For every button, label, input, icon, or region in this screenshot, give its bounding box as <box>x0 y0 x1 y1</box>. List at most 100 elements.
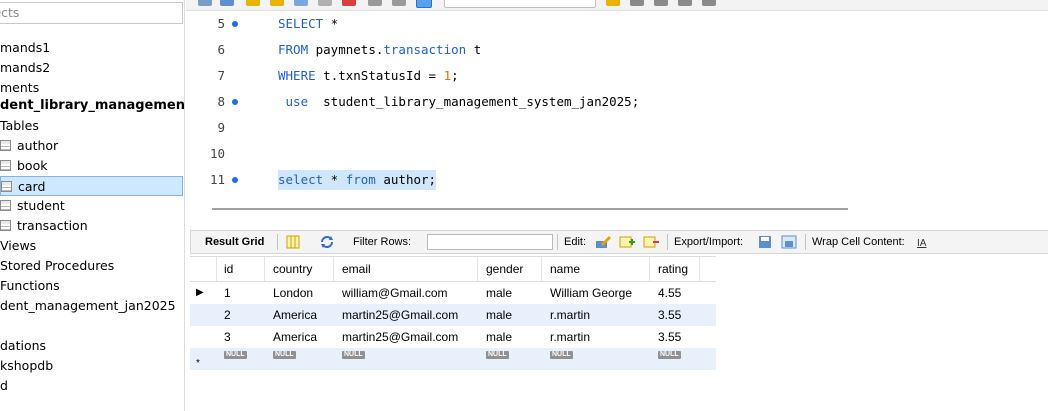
cell-country[interactable]: NULL <box>273 348 296 370</box>
cell-country[interactable]: London <box>273 282 313 304</box>
sidebar-item[interactable]: mands2 <box>0 58 50 78</box>
cell-gender[interactable]: NULL <box>486 348 509 370</box>
sidebar-item[interactable]: dent_management_jan2025 <box>0 296 176 316</box>
limit-rows-select[interactable] <box>444 0 596 8</box>
open-file-icon[interactable] <box>198 0 212 6</box>
find-icon[interactable] <box>630 0 644 6</box>
result-grid-tab[interactable]: Result Grid <box>205 231 264 253</box>
refresh-icon[interactable] <box>319 235 335 249</box>
cell-email[interactable]: martin25@Gmail.com <box>342 326 458 348</box>
cell-name[interactable]: William George <box>550 282 632 304</box>
cell-id[interactable]: 1 <box>224 282 231 304</box>
cell-rating[interactable]: NULL <box>658 348 681 370</box>
toolbar-separator <box>805 234 806 250</box>
sidebar-item[interactable]: dent_library_management <box>0 96 184 116</box>
sql-editor[interactable]: 5 SELECT * 6 FROM paymnets.transaction t 7 WH… <box>186 11 1048 196</box>
sidebar-item[interactable]: student <box>0 196 65 216</box>
toggle-error-icon[interactable] <box>342 0 356 6</box>
table-row[interactable]: 3 America martin25@Gmail.com male r.martin 3.… <box>190 326 716 348</box>
sidebar-item-label: transaction <box>17 218 88 233</box>
sidebar-item[interactable]: kshopdb <box>0 356 53 376</box>
cell-id[interactable]: 3 <box>224 326 231 348</box>
invisible-chars-icon[interactable] <box>654 0 668 6</box>
sidebar-item[interactable]: Functions <box>0 276 60 296</box>
column-header-email[interactable]: email <box>334 257 478 281</box>
column-header-country[interactable]: country <box>265 257 334 281</box>
sidebar-item[interactable]: Views <box>0 236 36 256</box>
rollback-icon[interactable] <box>392 0 406 6</box>
cell-rating[interactable]: 4.55 <box>658 282 681 304</box>
cell-email[interactable]: NULL <box>342 348 365 370</box>
new-row-icon: * <box>196 358 200 369</box>
cell-rating[interactable]: 3.55 <box>658 304 681 326</box>
cell-id[interactable]: NULL <box>224 348 247 370</box>
code-line[interactable]: SELECT * <box>278 14 338 34</box>
sidebar-item-label: student <box>17 198 65 213</box>
stop-icon[interactable] <box>318 0 332 6</box>
sidebar-item[interactable]: transaction <box>0 216 88 236</box>
code-line[interactable]: WHERE t.txnStatusId = 1; <box>278 66 459 86</box>
column-header-id[interactable]: id <box>216 257 265 281</box>
sidebar-item[interactable]: d <box>0 376 8 396</box>
code-line[interactable]: FROM paymnets.transaction t <box>278 40 481 60</box>
statement-marker-icon <box>232 21 238 27</box>
edit-cell-icon[interactable] <box>595 235 611 249</box>
table-row[interactable]: 2 America martin25@Gmail.com male r.martin 3.… <box>190 304 716 326</box>
sidebar-item[interactable]: book <box>0 156 47 176</box>
cell-gender[interactable]: male <box>486 282 512 304</box>
cell-country[interactable]: America <box>273 326 317 348</box>
sidebar-item[interactable]: mands1 <box>0 38 50 58</box>
execute-icon[interactable] <box>246 0 260 6</box>
sidebar-item[interactable]: card <box>0 176 183 196</box>
splitter-bar[interactable] <box>212 208 848 210</box>
filter-rows-input[interactable] <box>427 234 553 250</box>
sql-keyword: transaction <box>383 42 467 57</box>
cell-id[interactable]: 2 <box>224 304 231 326</box>
cell-gender[interactable]: male <box>486 326 512 348</box>
panel-toggle-icon[interactable] <box>702 0 716 6</box>
cell-country[interactable]: America <box>273 304 317 326</box>
beautify-icon[interactable] <box>606 0 620 6</box>
code-line[interactable]: select * from author; <box>278 170 437 190</box>
execute-current-icon[interactable] <box>270 0 284 6</box>
null-badge: NULL <box>342 351 365 359</box>
sidebar-item[interactable]: Tables <box>0 116 39 136</box>
table-row[interactable]: ▶ 1 London william@Gmail.com male William Geo… <box>190 282 716 304</box>
export-icon[interactable] <box>757 235 773 249</box>
object-filter[interactable]: jects <box>0 2 183 24</box>
sql-token: student_library_management_system_jan202… <box>308 94 640 109</box>
new-row[interactable]: * NULL NULL NULL NULL NULL NULL <box>190 348 716 370</box>
grid-corner <box>190 257 217 281</box>
cell-name[interactable]: r.martin <box>550 326 590 348</box>
grid-view-icon[interactable] <box>285 235 301 249</box>
object-filter-text: jects <box>0 5 20 20</box>
column-header-name[interactable]: name <box>542 257 650 281</box>
cell-email[interactable]: william@Gmail.com <box>342 282 448 304</box>
line-number-text: 7 <box>217 68 225 83</box>
import-icon[interactable] <box>781 235 797 249</box>
sidebar-item[interactable]: ments <box>0 78 39 98</box>
column-header-rating[interactable]: rating <box>650 257 700 281</box>
sidebar-item-label: dent_management_jan2025 <box>0 298 176 313</box>
cell-email[interactable]: martin25@Gmail.com <box>342 304 458 326</box>
autocommit-icon[interactable] <box>416 0 432 8</box>
add-row-icon[interactable] <box>619 235 635 249</box>
delete-row-icon[interactable] <box>643 235 659 249</box>
schema-navigator: jects mands1 mands2 ments dent_library_mana… <box>0 0 185 411</box>
code-line[interactable]: use student_library_management_system_ja… <box>278 92 640 112</box>
commit-icon[interactable] <box>368 0 382 6</box>
cell-name[interactable]: NULL <box>550 348 573 370</box>
sql-token: paymnets. <box>308 42 384 57</box>
wrap-icon[interactable] <box>678 0 692 6</box>
cell-rating[interactable]: 3.55 <box>658 326 681 348</box>
column-header-gender[interactable]: gender <box>478 257 542 281</box>
cell-name[interactable]: r.martin <box>550 304 590 326</box>
sidebar-item[interactable]: dations <box>0 336 46 356</box>
sidebar-item[interactable]: author <box>0 136 58 156</box>
null-badge: NULL <box>224 351 247 359</box>
cell-gender[interactable]: male <box>486 304 512 326</box>
explain-icon[interactable] <box>294 0 308 6</box>
wrap-text-icon[interactable]: IA <box>915 235 931 249</box>
sidebar-item[interactable]: Stored Procedures <box>0 256 114 276</box>
save-icon[interactable] <box>220 0 234 6</box>
